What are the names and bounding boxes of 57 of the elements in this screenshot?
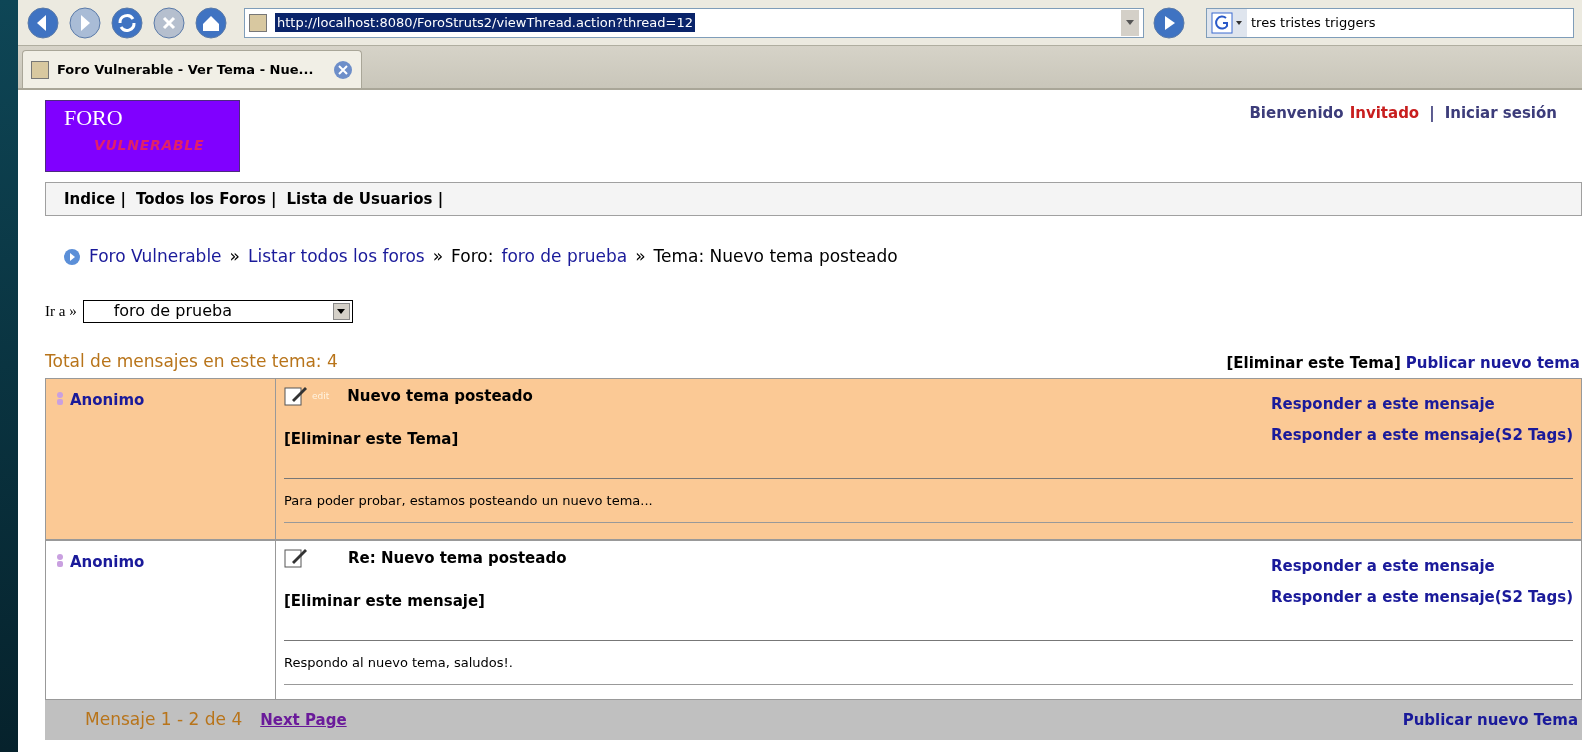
delete-link[interactable]: [Eliminar este Tema] [1226,351,1401,374]
total-messages: Total de mensajes en este tema: 4 [45,349,338,373]
message-range: Mensaje 1 - 2 de 4 [85,708,243,732]
post-title: Re: Nuevo tema posteado [347,548,567,569]
search-field[interactable]: tres tristes triggers [1206,7,1574,38]
publish-link[interactable]: Publicar nuevo Tema [1402,708,1578,732]
login-link[interactable]: Iniciar sesión [1444,102,1557,125]
stop-icon[interactable] [152,5,186,40]
user-icon [56,551,64,567]
reply-link[interactable]: Responder a este mensaje(S2 Tags) [1270,585,1573,608]
forum-select[interactable]: foro de prueba [82,299,353,323]
welcome-text: Bienvenido [1249,103,1344,124]
publish-link[interactable]: Publicar nuevo tema [1405,351,1580,374]
close-icon[interactable] [333,59,353,80]
icon-alt-text: edit [312,389,330,403]
nav-link[interactable]: Todos los Foros | [135,187,277,211]
author-link[interactable]: Anonimo [70,551,145,574]
go-icon[interactable] [1152,5,1186,40]
separator: | [1429,103,1435,124]
dropdown-icon[interactable] [1121,9,1139,36]
delete-link[interactable]: [Eliminar este mensaje] [284,589,567,612]
edit-icon[interactable] [284,547,308,570]
nav-link[interactable]: Indice | [64,187,126,211]
post-title: Nuevo tema posteado [347,386,533,407]
refresh-icon[interactable] [110,5,144,40]
bullet-icon [63,247,81,266]
breadcrumb-separator: » [635,245,646,268]
nav-link[interactable]: Lista de Usuarios | [286,187,444,211]
reply-link[interactable]: Responder a este mensaje(S2 Tags) [1270,423,1573,446]
breadcrumb-link[interactable]: Foro Vulnerable [89,244,222,270]
breadcrumb-text: Tema: Nuevo tema posteado [653,245,898,268]
breadcrumb-separator: » [432,245,444,268]
post-body: Para poder probar, estamos posteando un nuevo tema... [284,479,1573,523]
logo: FORO VULNERABLE [45,100,240,172]
page-icon [249,13,267,32]
address-bar[interactable]: http://localhost:8080/ForoStruts2/viewThread.action?thread=12 [244,7,1144,38]
forward-icon[interactable] [68,5,102,40]
browser-tab[interactable]: Foro Vulnerable - Ver Tema - Nue... [22,50,362,88]
back-icon[interactable] [26,5,60,40]
edit-icon[interactable] [284,385,308,408]
dropdown-icon[interactable] [332,302,350,320]
jump-label: Ir a » [45,301,77,321]
breadcrumb-link[interactable]: foro de prueba [501,244,628,270]
author-link[interactable]: Anonimo [70,389,145,412]
breadcrumb-link[interactable]: Listar todos los foros [248,244,425,270]
search-engine-icon[interactable] [1207,8,1247,37]
reply-link[interactable]: Responder a este mensaje [1270,393,1573,416]
username: Invitado [1349,103,1420,124]
next-page-link[interactable]: Next Page [260,708,347,732]
page-icon [31,60,49,79]
breadcrumb-separator: » [229,245,240,268]
reply-link[interactable]: Responder a este mensaje [1270,555,1573,578]
delete-link[interactable]: [Eliminar este Tema] [284,427,533,450]
breadcrumb-text: Foro: [451,245,494,268]
post-body: Respondo al nuevo tema, saludos!. [284,641,1573,685]
user-icon [56,389,64,405]
home-icon[interactable] [194,5,228,40]
